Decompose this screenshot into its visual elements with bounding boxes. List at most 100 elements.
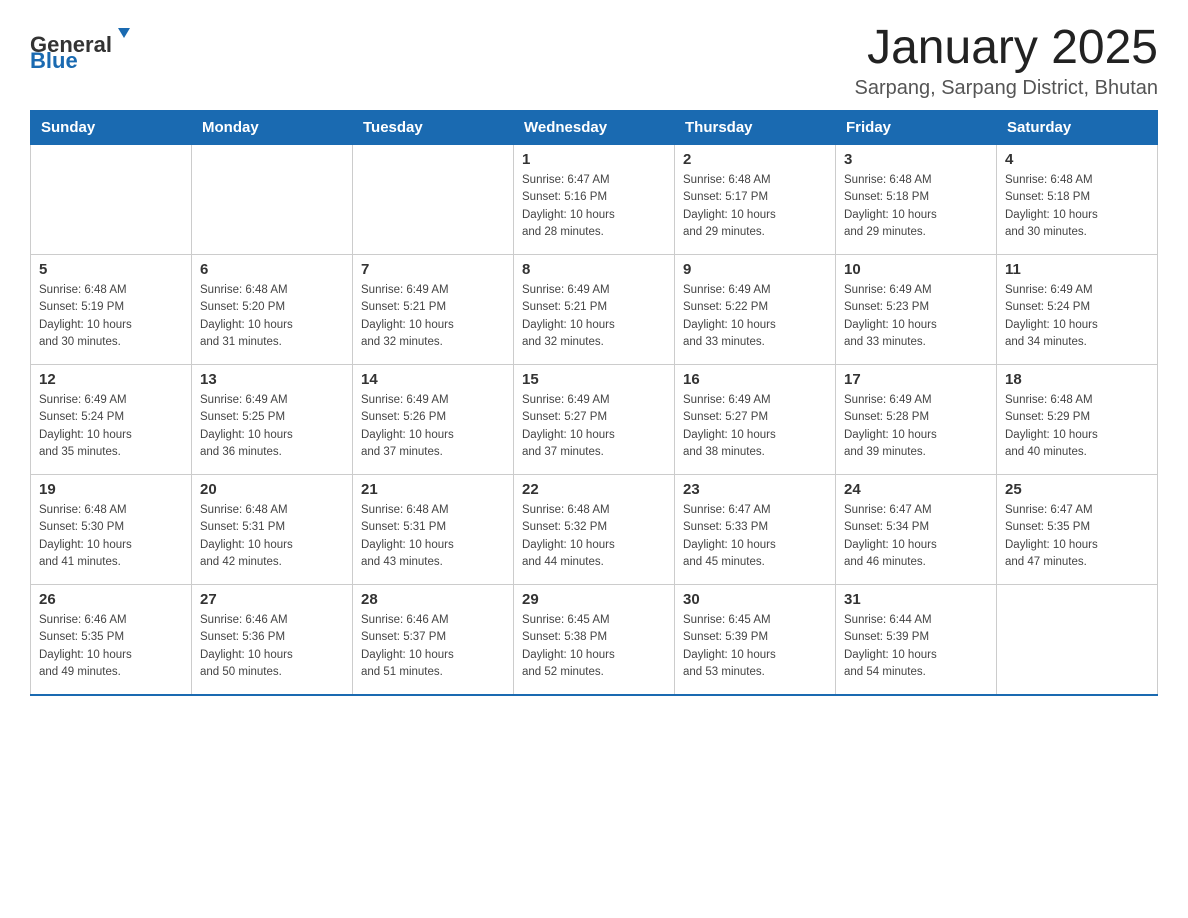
day-info: Sunrise: 6:49 AM Sunset: 5:28 PM Dayligh…: [844, 392, 988, 461]
logo: General Blue: [30, 20, 150, 75]
table-row: [997, 585, 1158, 695]
table-row: [353, 145, 514, 255]
calendar-subtitle: Sarpang, Sarpang District, Bhutan: [854, 77, 1158, 100]
day-number: 3: [844, 151, 988, 168]
day-info: Sunrise: 6:49 AM Sunset: 5:27 PM Dayligh…: [522, 392, 666, 461]
day-number: 18: [1005, 371, 1149, 388]
table-row: 30 Sunrise: 6:45 AM Sunset: 5:39 PM Dayli…: [675, 585, 836, 695]
calendar-week-row: 26 Sunrise: 6:46 AM Sunset: 5:35 PM Dayli…: [31, 585, 1158, 695]
day-number: 26: [39, 591, 183, 608]
day-number: 7: [361, 261, 505, 278]
table-row: 14 Sunrise: 6:49 AM Sunset: 5:26 PM Dayli…: [353, 365, 514, 475]
day-number: 22: [522, 481, 666, 498]
day-info: Sunrise: 6:49 AM Sunset: 5:24 PM Dayligh…: [1005, 282, 1149, 351]
day-info: Sunrise: 6:44 AM Sunset: 5:39 PM Dayligh…: [844, 612, 988, 681]
table-row: 24 Sunrise: 6:47 AM Sunset: 5:34 PM Dayli…: [836, 475, 997, 585]
day-info: Sunrise: 6:49 AM Sunset: 5:22 PM Dayligh…: [683, 282, 827, 351]
day-info: Sunrise: 6:47 AM Sunset: 5:16 PM Dayligh…: [522, 172, 666, 241]
col-friday: Friday: [836, 111, 997, 145]
day-number: 28: [361, 591, 505, 608]
svg-text:Blue: Blue: [30, 48, 78, 70]
day-number: 24: [844, 481, 988, 498]
col-tuesday: Tuesday: [353, 111, 514, 145]
table-row: 26 Sunrise: 6:46 AM Sunset: 5:35 PM Dayli…: [31, 585, 192, 695]
calendar-table: Sunday Monday Tuesday Wednesday Thursday…: [30, 110, 1158, 696]
day-number: 16: [683, 371, 827, 388]
table-row: 17 Sunrise: 6:49 AM Sunset: 5:28 PM Dayli…: [836, 365, 997, 475]
table-row: 25 Sunrise: 6:47 AM Sunset: 5:35 PM Dayli…: [997, 475, 1158, 585]
day-number: 15: [522, 371, 666, 388]
table-row: [192, 145, 353, 255]
day-info: Sunrise: 6:48 AM Sunset: 5:30 PM Dayligh…: [39, 502, 183, 571]
day-info: Sunrise: 6:47 AM Sunset: 5:35 PM Dayligh…: [1005, 502, 1149, 571]
table-row: 7 Sunrise: 6:49 AM Sunset: 5:21 PM Daylig…: [353, 255, 514, 365]
calendar-week-row: 19 Sunrise: 6:48 AM Sunset: 5:30 PM Dayli…: [31, 475, 1158, 585]
day-number: 14: [361, 371, 505, 388]
day-info: Sunrise: 6:48 AM Sunset: 5:18 PM Dayligh…: [1005, 172, 1149, 241]
day-number: 4: [1005, 151, 1149, 168]
table-row: 18 Sunrise: 6:48 AM Sunset: 5:29 PM Dayli…: [997, 365, 1158, 475]
calendar-week-row: 1 Sunrise: 6:47 AM Sunset: 5:16 PM Daylig…: [31, 145, 1158, 255]
table-row: 5Sunrise: 6:48 AM Sunset: 5:19 PM Daylig…: [31, 255, 192, 365]
table-row: 6Sunrise: 6:48 AM Sunset: 5:20 PM Daylig…: [192, 255, 353, 365]
table-row: 9 Sunrise: 6:49 AM Sunset: 5:22 PM Daylig…: [675, 255, 836, 365]
day-number: 23: [683, 481, 827, 498]
table-row: 15 Sunrise: 6:49 AM Sunset: 5:27 PM Dayli…: [514, 365, 675, 475]
title-section: January 2025 Sarpang, Sarpang District, …: [854, 20, 1158, 100]
day-info: Sunrise: 6:48 AM Sunset: 5:31 PM Dayligh…: [361, 502, 505, 571]
table-row: 2 Sunrise: 6:48 AM Sunset: 5:17 PM Daylig…: [675, 145, 836, 255]
day-info: Sunrise: 6:48 AM Sunset: 5:17 PM Dayligh…: [683, 172, 827, 241]
day-number: 21: [361, 481, 505, 498]
day-info: Sunrise: 6:47 AM Sunset: 5:33 PM Dayligh…: [683, 502, 827, 571]
day-number: 29: [522, 591, 666, 608]
day-number: 17: [844, 371, 988, 388]
day-number: 31: [844, 591, 988, 608]
table-row: 19 Sunrise: 6:48 AM Sunset: 5:30 PM Dayli…: [31, 475, 192, 585]
calendar-week-row: 12 Sunrise: 6:49 AM Sunset: 5:24 PM Dayli…: [31, 365, 1158, 475]
day-info: Sunrise: 6:49 AM Sunset: 5:24 PM Dayligh…: [39, 392, 183, 461]
day-info: Sunrise: 6:45 AM Sunset: 5:38 PM Dayligh…: [522, 612, 666, 681]
day-number: 1: [522, 151, 666, 168]
table-row: 11Sunrise: 6:49 AM Sunset: 5:24 PM Dayli…: [997, 255, 1158, 365]
calendar-week-row: 5Sunrise: 6:48 AM Sunset: 5:19 PM Daylig…: [31, 255, 1158, 365]
day-number: 30: [683, 591, 827, 608]
table-row: 27Sunrise: 6:46 AM Sunset: 5:36 PM Dayli…: [192, 585, 353, 695]
table-row: 4 Sunrise: 6:48 AM Sunset: 5:18 PM Daylig…: [997, 145, 1158, 255]
table-row: 1 Sunrise: 6:47 AM Sunset: 5:16 PM Daylig…: [514, 145, 675, 255]
day-info: Sunrise: 6:46 AM Sunset: 5:35 PM Dayligh…: [39, 612, 183, 681]
day-number: 8: [522, 261, 666, 278]
day-info: Sunrise: 6:45 AM Sunset: 5:39 PM Dayligh…: [683, 612, 827, 681]
day-number: 19: [39, 481, 183, 498]
table-row: 28 Sunrise: 6:46 AM Sunset: 5:37 PM Dayli…: [353, 585, 514, 695]
table-row: 3 Sunrise: 6:48 AM Sunset: 5:18 PM Daylig…: [836, 145, 997, 255]
day-number: 2: [683, 151, 827, 168]
table-row: 20Sunrise: 6:48 AM Sunset: 5:31 PM Dayli…: [192, 475, 353, 585]
table-row: 8Sunrise: 6:49 AM Sunset: 5:21 PM Daylig…: [514, 255, 675, 365]
table-row: [31, 145, 192, 255]
table-row: 10Sunrise: 6:49 AM Sunset: 5:23 PM Dayli…: [836, 255, 997, 365]
col-saturday: Saturday: [997, 111, 1158, 145]
table-row: 23 Sunrise: 6:47 AM Sunset: 5:33 PM Dayli…: [675, 475, 836, 585]
table-row: 29 Sunrise: 6:45 AM Sunset: 5:38 PM Dayli…: [514, 585, 675, 695]
day-info: Sunrise: 6:49 AM Sunset: 5:21 PM Dayligh…: [361, 282, 505, 351]
day-info: Sunrise: 6:46 AM Sunset: 5:37 PM Dayligh…: [361, 612, 505, 681]
calendar-header-row: Sunday Monday Tuesday Wednesday Thursday…: [31, 111, 1158, 145]
day-number: 20: [200, 481, 344, 498]
day-number: 12: [39, 371, 183, 388]
day-info: Sunrise: 6:48 AM Sunset: 5:32 PM Dayligh…: [522, 502, 666, 571]
table-row: 13Sunrise: 6:49 AM Sunset: 5:25 PM Dayli…: [192, 365, 353, 475]
day-number: 25: [1005, 481, 1149, 498]
day-info: Sunrise: 6:49 AM Sunset: 5:27 PM Dayligh…: [683, 392, 827, 461]
day-number: 6: [200, 261, 344, 278]
day-info: Sunrise: 6:48 AM Sunset: 5:29 PM Dayligh…: [1005, 392, 1149, 461]
day-info: Sunrise: 6:49 AM Sunset: 5:26 PM Dayligh…: [361, 392, 505, 461]
col-thursday: Thursday: [675, 111, 836, 145]
day-info: Sunrise: 6:47 AM Sunset: 5:34 PM Dayligh…: [844, 502, 988, 571]
table-row: 31 Sunrise: 6:44 AM Sunset: 5:39 PM Dayli…: [836, 585, 997, 695]
day-info: Sunrise: 6:46 AM Sunset: 5:36 PM Dayligh…: [200, 612, 344, 681]
col-monday: Monday: [192, 111, 353, 145]
day-number: 5: [39, 261, 183, 278]
table-row: 12 Sunrise: 6:49 AM Sunset: 5:24 PM Dayli…: [31, 365, 192, 475]
day-info: Sunrise: 6:48 AM Sunset: 5:18 PM Dayligh…: [844, 172, 988, 241]
day-number: 9: [683, 261, 827, 278]
